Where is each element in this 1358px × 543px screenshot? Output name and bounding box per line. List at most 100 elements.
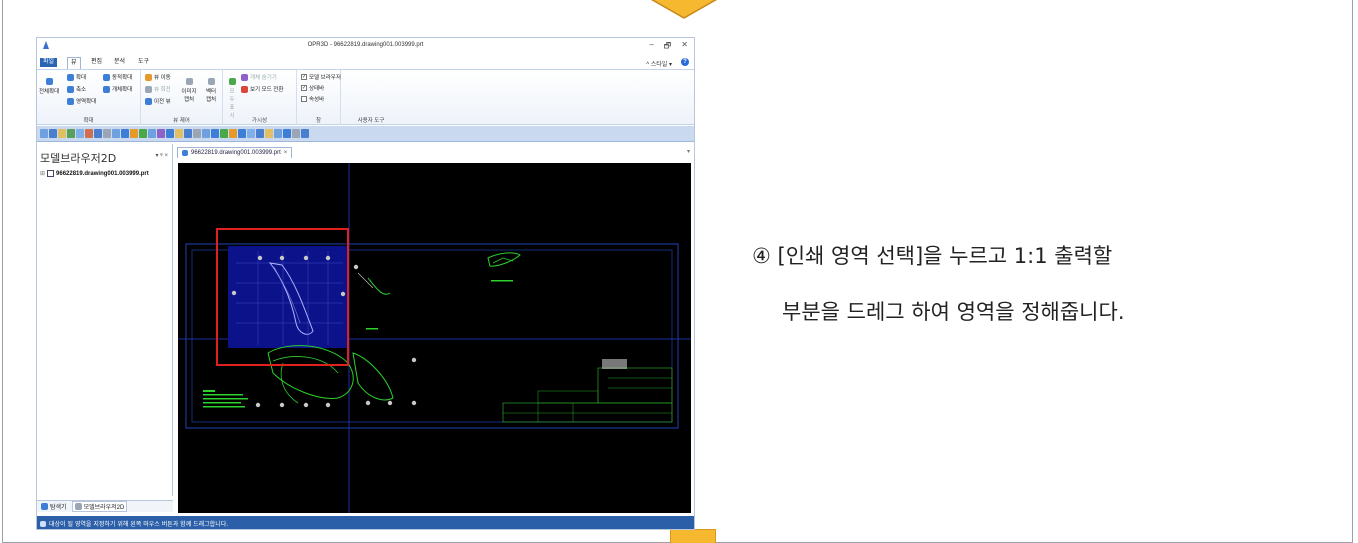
chevron-down-icon[interactable]: ▾: [687, 148, 690, 155]
toolbar-tool-icon[interactable]: [85, 129, 93, 138]
toolbar-tool-icon[interactable]: [256, 129, 264, 138]
ribbon-group-user-tools: 사용자 도구: [341, 70, 401, 125]
window-controls: – 🗗 ✕: [649, 40, 688, 54]
toolbar-icons: [40, 129, 309, 138]
menu-tools[interactable]: 도구: [135, 58, 152, 67]
model-browser-checkbox[interactable]: ✓ 모델 브라우저: [301, 73, 341, 81]
ribbon: 전체확대 확대 축소 영역확대 동적확대 개체확대 확대 뷰 이동 뷰 회전 이…: [37, 69, 694, 125]
tree-item[interactable]: ⊞ 96622819.drawing001.003999.prt: [40, 170, 149, 177]
camera-icon: [185, 78, 193, 85]
zoom-object-icon: [103, 85, 110, 93]
toolbar-tool-icon[interactable]: [184, 129, 192, 138]
magnifier-icon: [45, 78, 53, 85]
view-mode-icon: [241, 85, 248, 93]
close-icon[interactable]: ×: [284, 150, 288, 156]
panel-title: 모델브라우저2D: [40, 152, 117, 165]
instruction-line-1: ④ [인쇄 영역 선택]을 누르고 1:1 출력할: [752, 244, 1113, 268]
toolbar-tool-icon[interactable]: [238, 129, 246, 138]
style-dropdown[interactable]: ^ 스타일 ▾: [646, 59, 672, 68]
toggle-view-mode-button[interactable]: 보기 모드 전환: [241, 85, 283, 93]
hide-icon: [241, 73, 248, 81]
status-icon: [40, 520, 46, 527]
toolbar-tool-icon[interactable]: [103, 129, 111, 138]
ribbon-group-label: 창: [315, 118, 322, 124]
toolbar-tool-icon[interactable]: [301, 129, 309, 138]
help-icon[interactable]: ?: [681, 58, 689, 66]
zoom-all-button[interactable]: 전체확대: [39, 78, 59, 95]
hide-object-button[interactable]: 개체 숨기기: [241, 73, 277, 81]
cad-drawing: [178, 163, 691, 513]
ribbon-group-zoom: 전체확대 확대 축소 영역확대 동적확대 개체확대 확대: [37, 70, 141, 125]
ribbon-group-visibility: 모두 표시 개체 숨기기 보기 모드 전환 가시성: [223, 70, 297, 125]
toolbar-tool-icon[interactable]: [274, 129, 282, 138]
rotate-view-button[interactable]: 뷰 회전: [145, 85, 171, 93]
zoom-in-button[interactable]: 확대: [67, 73, 86, 81]
menu-view[interactable]: 뷰: [67, 57, 81, 69]
maximize-button[interactable]: 🗗: [664, 40, 672, 54]
toolbar-tool-icon[interactable]: [112, 129, 120, 138]
close-button[interactable]: ✕: [681, 40, 688, 54]
statusbar-checkbox[interactable]: ✓ 상태바: [301, 84, 324, 92]
show-all-button[interactable]: 모두 표시: [227, 78, 237, 119]
zoom-area-button[interactable]: 영역확대: [67, 97, 96, 105]
toolbar-tool-icon[interactable]: [148, 129, 156, 138]
drawing-file-icon: [182, 150, 188, 156]
instruction-text: ④ [인쇄 영역 선택]을 누르고 1:1 출력할 부분을 드레그 하여 영역을…: [752, 228, 1312, 340]
document-tab[interactable]: 96622819.drawing001.003999.prt ×: [177, 147, 293, 158]
dynamic-zoom-icon: [103, 73, 110, 81]
show-all-icon: [228, 78, 236, 85]
pan-view-button[interactable]: 뷰 이동: [145, 73, 171, 81]
toolbar-tool-icon[interactable]: [94, 129, 102, 138]
toolbar-tool-icon[interactable]: [58, 129, 66, 138]
toolbar-tool-icon[interactable]: [283, 129, 291, 138]
toolbar-tool-icon[interactable]: [202, 129, 210, 138]
title-bar: OPR3D - 96622819.drawing001.003999.prt –…: [37, 38, 694, 56]
toolbar-tool-icon[interactable]: [139, 129, 147, 138]
toolbar-tool-icon[interactable]: [211, 129, 219, 138]
status-bar: 대상이 될 영역을 지정하기 위해 왼쪽 마우스 버튼과 함께 드래그합니다.: [37, 516, 694, 529]
toolbar-tool-icon[interactable]: [121, 129, 129, 138]
toolbar-tool-icon[interactable]: [265, 129, 273, 138]
page-tab-marker: [670, 529, 716, 543]
image-capture-button[interactable]: 이미지 캡처: [181, 78, 197, 103]
expand-icon[interactable]: ⊞: [40, 170, 45, 177]
toolbar-tool-icon[interactable]: [220, 129, 228, 138]
explorer-icon: [41, 503, 48, 510]
tab-explorer[interactable]: 탐색기: [39, 502, 69, 511]
drawing-canvas[interactable]: [178, 163, 691, 513]
tab-model-browser-2d[interactable]: 모델브라우저2D: [71, 501, 128, 512]
toolbar-tool-icon[interactable]: [49, 129, 57, 138]
toolbar-tool-icon[interactable]: [40, 129, 48, 138]
menu-file[interactable]: 파일: [40, 58, 58, 67]
window-title: OPR3D - 96622819.drawing001.003999.prt: [307, 42, 424, 48]
menu-analysis[interactable]: 분석: [111, 58, 128, 67]
checkbox-checked-icon: ✓: [301, 85, 307, 91]
previous-view-icon: [145, 97, 152, 105]
zoom-out-button[interactable]: 축소: [67, 85, 86, 93]
toolbar-tool-icon[interactable]: [157, 129, 165, 138]
dynamic-zoom-button[interactable]: 동적확대: [103, 73, 132, 81]
toolbar-tool-icon[interactable]: [292, 129, 300, 138]
status-text: 대상이 될 영역을 지정하기 위해 왼쪽 마우스 버튼과 함께 드래그합니다.: [49, 521, 229, 528]
vector-capture-button[interactable]: 벡터 캡처: [203, 78, 219, 103]
propertybar-checkbox[interactable]: 속성바: [301, 95, 324, 103]
panel-controls[interactable]: ▾ ᵠ ×: [156, 152, 169, 159]
zoom-object-button[interactable]: 개체확대: [103, 85, 132, 93]
toolbar-tool-icon[interactable]: [247, 129, 255, 138]
toolbar-tool-icon[interactable]: [193, 129, 201, 138]
ribbon-group-label: 가시성: [251, 118, 268, 124]
panel-tabs: 탐색기 모델브라우저2D: [37, 500, 173, 512]
toolbar-tool-icon[interactable]: [229, 129, 237, 138]
toolbar-tool-icon[interactable]: [76, 129, 84, 138]
toolbar-tool-icon[interactable]: [166, 129, 174, 138]
toolbar-tool-icon[interactable]: [130, 129, 138, 138]
toolbar-tool-icon[interactable]: [67, 129, 75, 138]
checkbox-checked-icon: ✓: [301, 74, 307, 80]
zoom-out-icon: [67, 85, 74, 93]
checkbox-unchecked-icon: [301, 96, 307, 102]
menu-edit[interactable]: 편집: [88, 58, 105, 67]
ribbon-group-view-control: 뷰 이동 뷰 회전 이전 뷰 이미지 캡처 벡터 캡처 뷰 제어: [141, 70, 223, 125]
toolbar-tool-icon[interactable]: [175, 129, 183, 138]
previous-view-button[interactable]: 이전 뷰: [145, 97, 171, 105]
minimize-button[interactable]: –: [649, 40, 653, 54]
